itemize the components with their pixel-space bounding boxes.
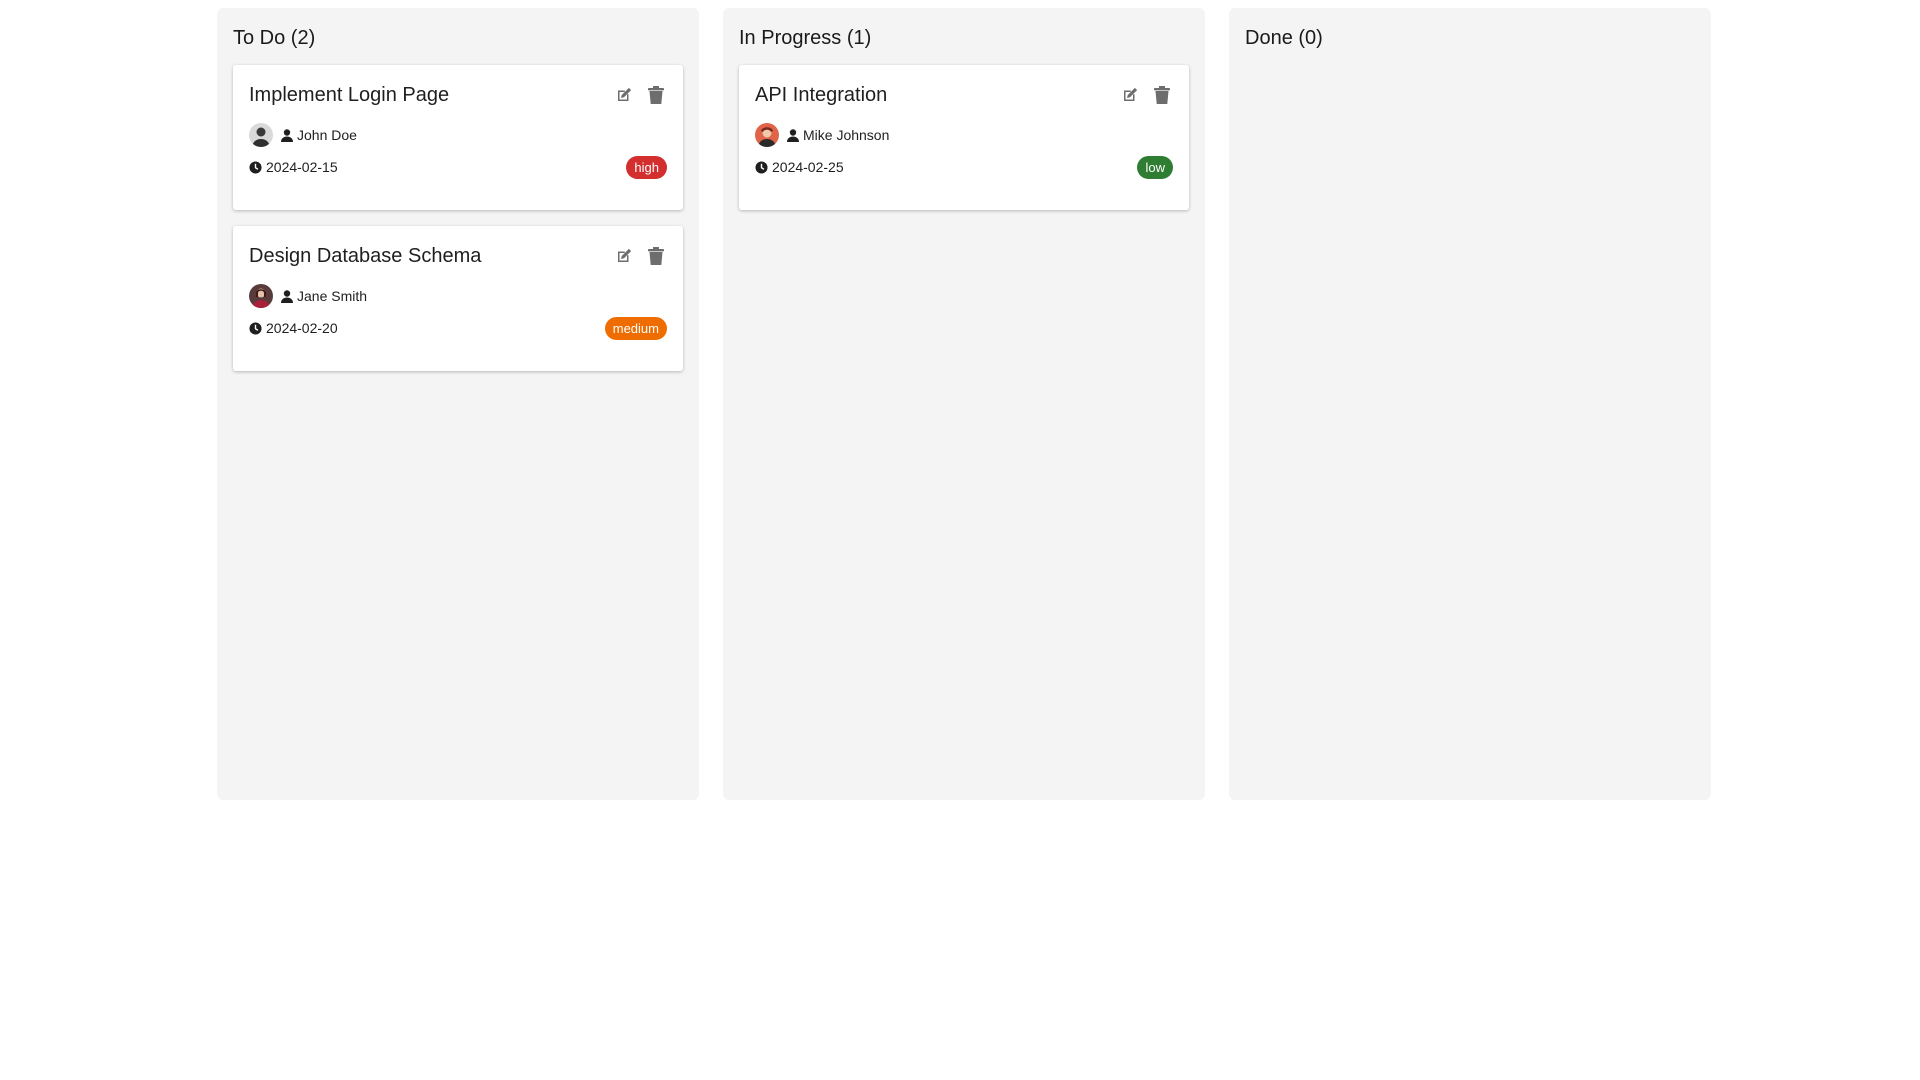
person-icon xyxy=(281,128,293,142)
clock-icon xyxy=(755,160,768,174)
task-title: API Integration xyxy=(755,83,888,106)
edit-icon[interactable] xyxy=(1119,84,1141,106)
due-date: 2024-02-20 xyxy=(266,320,338,336)
due-date: 2024-02-25 xyxy=(772,159,844,175)
clock-icon xyxy=(249,321,262,335)
column-done[interactable]: Done (0) xyxy=(1229,8,1711,800)
task-title: Implement Login Page xyxy=(249,83,450,106)
priority-badge: low xyxy=(1137,155,1173,179)
avatar xyxy=(249,284,273,308)
trash-icon[interactable] xyxy=(645,245,667,267)
assignee-name: Mike Johnson xyxy=(803,127,890,143)
avatar xyxy=(755,123,779,147)
column-title: In Progress (1) xyxy=(739,27,872,49)
column-title: To Do (2) xyxy=(233,27,316,49)
person-icon xyxy=(281,289,293,303)
priority-badge: medium xyxy=(604,316,667,340)
clock-icon xyxy=(249,160,262,174)
column-in-progress[interactable]: In Progress (1) API Integration Mike Joh… xyxy=(723,8,1205,800)
trash-icon[interactable] xyxy=(645,84,667,106)
avatar xyxy=(249,123,273,147)
due-date: 2024-02-15 xyxy=(266,159,338,175)
task-card[interactable]: Design Database Schema Jane Smith 2024-0… xyxy=(233,226,683,371)
task-card[interactable]: API Integration Mike Johnson 2024-02-25 … xyxy=(739,65,1189,210)
column-todo[interactable]: To Do (2) Implement Login Page John Doe … xyxy=(217,8,699,800)
trash-icon[interactable] xyxy=(1151,84,1173,106)
edit-icon[interactable] xyxy=(613,245,635,267)
assignee-name: John Doe xyxy=(297,127,357,143)
person-icon xyxy=(787,128,799,142)
task-card[interactable]: Implement Login Page John Doe 2024-02-15… xyxy=(233,65,683,210)
priority-badge: high xyxy=(626,155,667,179)
kanban-board: To Do (2) Implement Login Page John Doe … xyxy=(217,8,1711,800)
assignee-name: Jane Smith xyxy=(297,288,368,304)
edit-icon[interactable] xyxy=(613,84,635,106)
column-title: Done (0) xyxy=(1245,27,1323,49)
task-title: Design Database Schema xyxy=(249,244,482,267)
